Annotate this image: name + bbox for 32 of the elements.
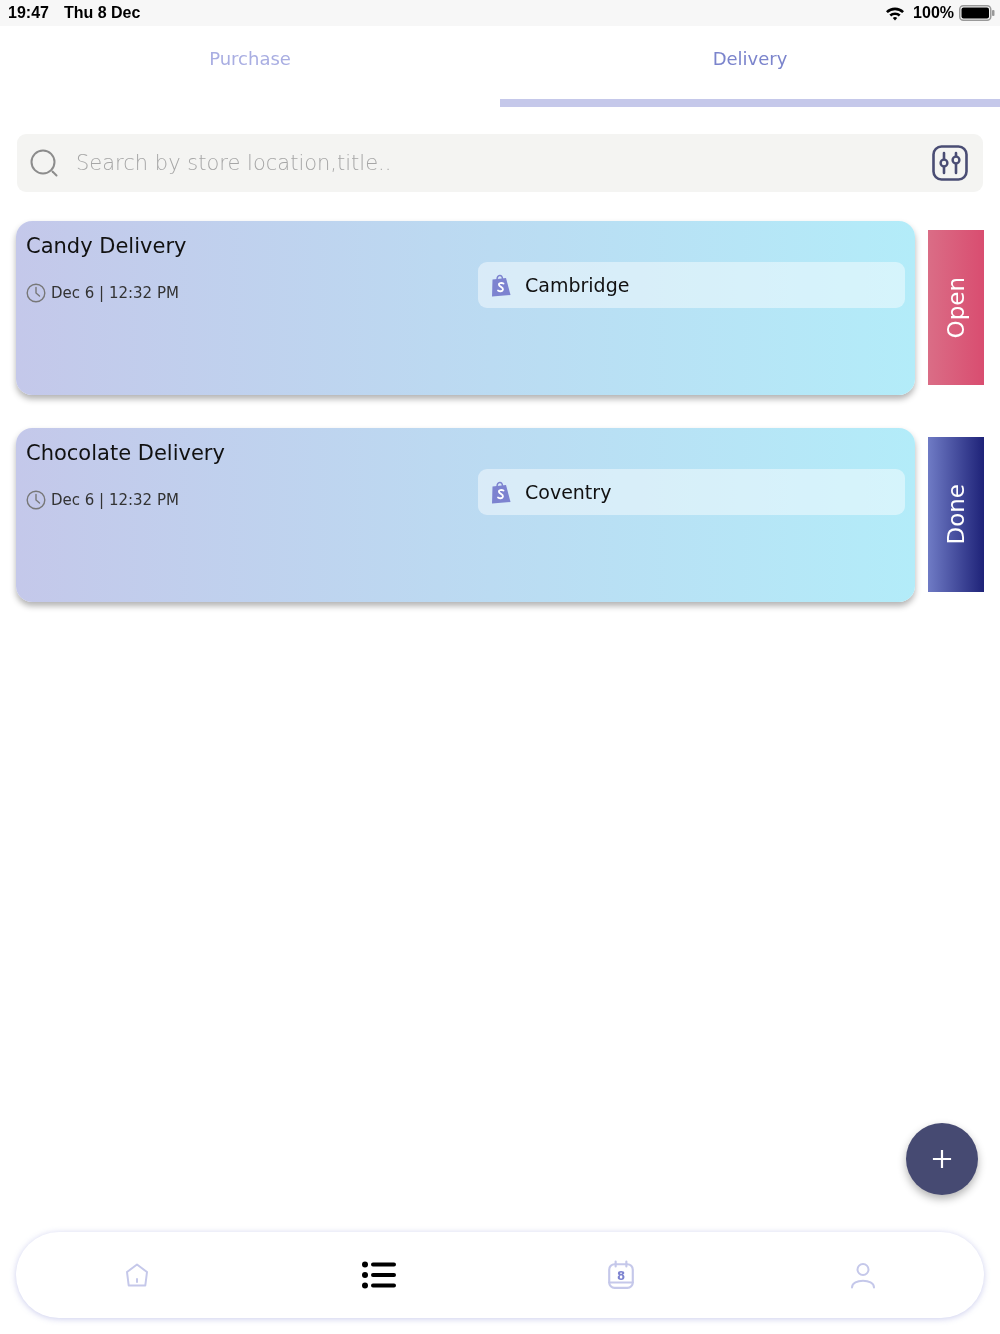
order-title: Candy Delivery: [26, 234, 187, 258]
search-icon: [30, 149, 58, 177]
person-icon: [850, 1261, 876, 1289]
status-label: Open: [928, 230, 984, 385]
calendar-nav-button[interactable]: 8: [589, 1248, 653, 1302]
status-date: Thu 8 Dec: [63, 4, 141, 22]
store-location: Cambridge: [525, 274, 630, 296]
battery-percentage: 100%: [913, 4, 954, 22]
status-time: 19:47: [8, 4, 49, 22]
shopping-bag-icon: [490, 273, 512, 297]
battery-icon: [959, 5, 995, 21]
store-location: Coventry: [525, 481, 612, 503]
list-icon: [362, 1261, 396, 1289]
clock-icon: [26, 283, 46, 303]
order-card[interactable]: Candy Delivery Dec 6 | 12:32 PM Cambridge: [16, 221, 915, 395]
clock-icon: [26, 490, 46, 510]
filter-icon[interactable]: [932, 145, 968, 181]
home-icon: [124, 1261, 150, 1289]
order-date: Dec 6 | 12:32 PM: [51, 491, 179, 509]
search-input[interactable]: Search by store location,title..: [76, 147, 912, 179]
tab[interactable]: Delivery: [500, 26, 1000, 107]
status-label: Done: [928, 437, 984, 592]
shopping-bag-icon: [490, 480, 512, 504]
order-card[interactable]: Chocolate Delivery Dec 6 | 12:32 PM Coventry: [16, 428, 915, 602]
tab[interactable]: Purchase: [0, 26, 500, 107]
wifi-icon: [885, 5, 906, 21]
order-title: Chocolate Delivery: [26, 441, 225, 465]
calendar-icon: 8: [607, 1260, 635, 1290]
search-field[interactable]: Search by store location,title..: [17, 134, 983, 192]
plus-icon: [932, 1149, 952, 1169]
order-date: Dec 6 | 12:32 PM: [51, 284, 179, 302]
add-button[interactable]: [906, 1123, 978, 1195]
